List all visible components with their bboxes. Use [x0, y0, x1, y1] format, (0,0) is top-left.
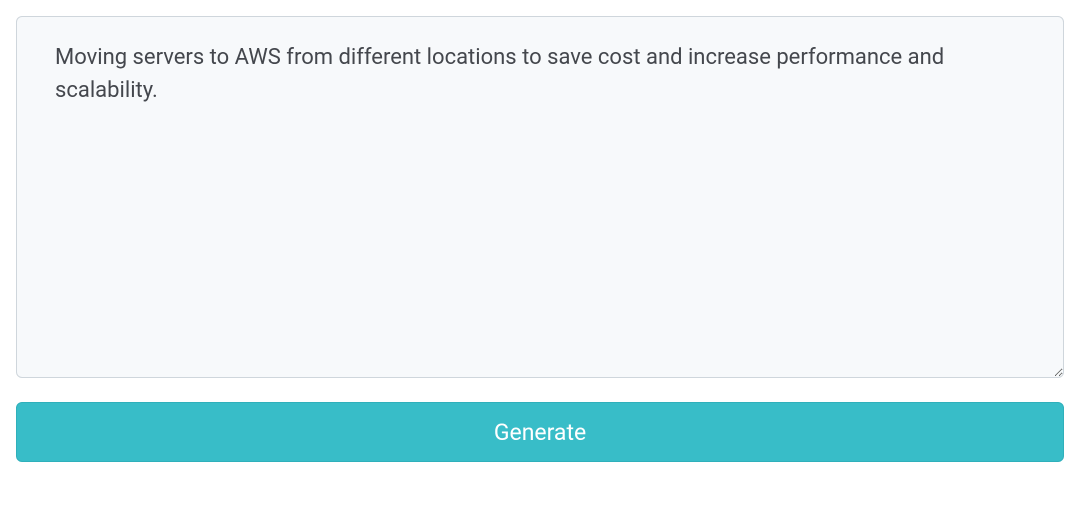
- description-input[interactable]: [16, 16, 1064, 378]
- form-container: Generate: [16, 16, 1064, 462]
- generate-button[interactable]: Generate: [16, 402, 1064, 462]
